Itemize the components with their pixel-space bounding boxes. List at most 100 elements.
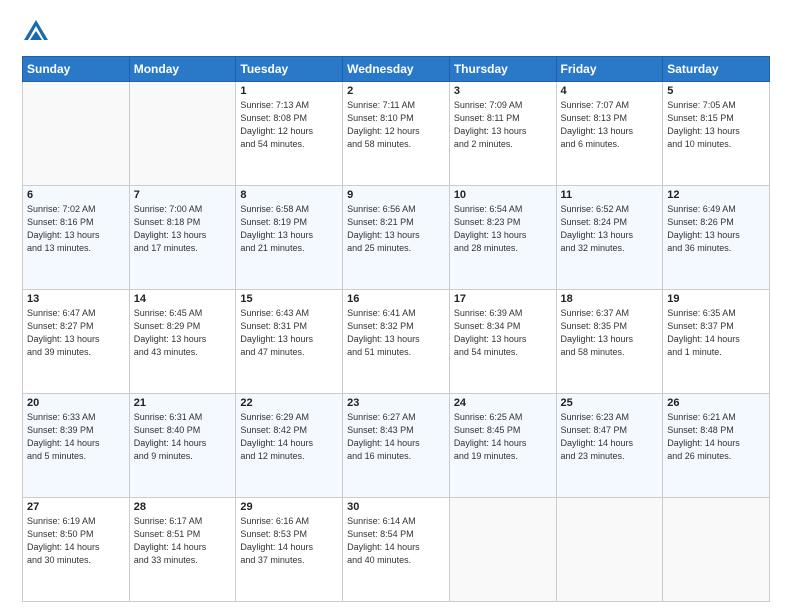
calendar-cell <box>23 82 130 186</box>
calendar-header-saturday: Saturday <box>663 57 770 82</box>
day-info: Sunrise: 6:19 AMSunset: 8:50 PMDaylight:… <box>27 515 125 567</box>
day-info: Sunrise: 6:25 AMSunset: 8:45 PMDaylight:… <box>454 411 552 463</box>
calendar-cell: 15 Sunrise: 6:43 AMSunset: 8:31 PMDayligh… <box>236 290 343 394</box>
day-info: Sunrise: 7:11 AMSunset: 8:10 PMDaylight:… <box>347 99 445 151</box>
day-info: Sunrise: 6:33 AMSunset: 8:39 PMDaylight:… <box>27 411 125 463</box>
day-number: 2 <box>347 85 445 97</box>
day-number: 13 <box>27 293 125 305</box>
calendar-cell: 21 Sunrise: 6:31 AMSunset: 8:40 PMDayligh… <box>129 394 236 498</box>
day-info: Sunrise: 7:13 AMSunset: 8:08 PMDaylight:… <box>240 99 338 151</box>
calendar-cell: 17 Sunrise: 6:39 AMSunset: 8:34 PMDayligh… <box>449 290 556 394</box>
day-info: Sunrise: 6:54 AMSunset: 8:23 PMDaylight:… <box>454 203 552 255</box>
calendar-cell: 10 Sunrise: 6:54 AMSunset: 8:23 PMDayligh… <box>449 186 556 290</box>
calendar-week-row: 27 Sunrise: 6:19 AMSunset: 8:50 PMDayligh… <box>23 498 770 602</box>
day-info: Sunrise: 7:00 AMSunset: 8:18 PMDaylight:… <box>134 203 232 255</box>
day-info: Sunrise: 7:05 AMSunset: 8:15 PMDaylight:… <box>667 99 765 151</box>
logo <box>22 18 52 46</box>
day-number: 19 <box>667 293 765 305</box>
day-number: 6 <box>27 189 125 201</box>
calendar-cell: 13Sunrise: 6:47 AMSunset: 8:27 PMDayligh… <box>23 290 130 394</box>
calendar-cell: 11Sunrise: 6:52 AMSunset: 8:24 PMDayligh… <box>556 186 663 290</box>
day-info: Sunrise: 6:31 AMSunset: 8:40 PMDaylight:… <box>134 411 232 463</box>
calendar-table: SundayMondayTuesdayWednesdayThursdayFrid… <box>22 56 770 602</box>
calendar-cell <box>556 498 663 602</box>
day-info: Sunrise: 6:43 AMSunset: 8:31 PMDaylight:… <box>240 307 338 359</box>
calendar-cell: 8 Sunrise: 6:58 AMSunset: 8:19 PMDaylight… <box>236 186 343 290</box>
calendar-cell: 30 Sunrise: 6:14 AMSunset: 8:54 PMDayligh… <box>343 498 450 602</box>
calendar-header-friday: Friday <box>556 57 663 82</box>
day-info: Sunrise: 6:52 AMSunset: 8:24 PMDaylight:… <box>561 203 659 255</box>
calendar-cell: 25 Sunrise: 6:23 AMSunset: 8:47 PMDayligh… <box>556 394 663 498</box>
calendar-header-wednesday: Wednesday <box>343 57 450 82</box>
day-number: 27 <box>27 501 125 513</box>
day-number: 7 <box>134 189 232 201</box>
day-info: Sunrise: 6:35 AMSunset: 8:37 PMDaylight:… <box>667 307 765 359</box>
day-number: 25 <box>561 397 659 409</box>
header <box>22 18 770 46</box>
calendar-cell: 6 Sunrise: 7:02 AMSunset: 8:16 PMDaylight… <box>23 186 130 290</box>
day-number: 28 <box>134 501 232 513</box>
calendar-cell: 24 Sunrise: 6:25 AMSunset: 8:45 PMDayligh… <box>449 394 556 498</box>
day-number: 23 <box>347 397 445 409</box>
calendar-cell: 18Sunrise: 6:37 AMSunset: 8:35 PMDayligh… <box>556 290 663 394</box>
page: SundayMondayTuesdayWednesdayThursdayFrid… <box>0 0 792 612</box>
day-info: Sunrise: 6:49 AMSunset: 8:26 PMDaylight:… <box>667 203 765 255</box>
day-number: 26 <box>667 397 765 409</box>
day-info: Sunrise: 6:14 AMSunset: 8:54 PMDaylight:… <box>347 515 445 567</box>
calendar-header-sunday: Sunday <box>23 57 130 82</box>
day-number: 21 <box>134 397 232 409</box>
calendar-header-monday: Monday <box>129 57 236 82</box>
calendar-header-row: SundayMondayTuesdayWednesdayThursdayFrid… <box>23 57 770 82</box>
day-number: 14 <box>134 293 232 305</box>
day-number: 20 <box>27 397 125 409</box>
day-number: 9 <box>347 189 445 201</box>
calendar-cell: 14 Sunrise: 6:45 AMSunset: 8:29 PMDayligh… <box>129 290 236 394</box>
day-number: 29 <box>240 501 338 513</box>
day-info: Sunrise: 6:27 AMSunset: 8:43 PMDaylight:… <box>347 411 445 463</box>
calendar-cell: 12Sunrise: 6:49 AMSunset: 8:26 PMDayligh… <box>663 186 770 290</box>
day-number: 15 <box>240 293 338 305</box>
calendar-cell: 2 Sunrise: 7:11 AMSunset: 8:10 PMDaylight… <box>343 82 450 186</box>
day-info: Sunrise: 7:07 AMSunset: 8:13 PMDaylight:… <box>561 99 659 151</box>
day-info: Sunrise: 6:58 AMSunset: 8:19 PMDaylight:… <box>240 203 338 255</box>
day-info: Sunrise: 6:21 AMSunset: 8:48 PMDaylight:… <box>667 411 765 463</box>
calendar-cell: 7 Sunrise: 7:00 AMSunset: 8:18 PMDaylight… <box>129 186 236 290</box>
calendar-cell <box>129 82 236 186</box>
calendar-cell: 19 Sunrise: 6:35 AMSunset: 8:37 PMDayligh… <box>663 290 770 394</box>
day-info: Sunrise: 6:39 AMSunset: 8:34 PMDaylight:… <box>454 307 552 359</box>
calendar-week-row: 6 Sunrise: 7:02 AMSunset: 8:16 PMDaylight… <box>23 186 770 290</box>
calendar-header-thursday: Thursday <box>449 57 556 82</box>
calendar-cell: 22Sunrise: 6:29 AMSunset: 8:42 PMDayligh… <box>236 394 343 498</box>
day-info: Sunrise: 6:56 AMSunset: 8:21 PMDaylight:… <box>347 203 445 255</box>
calendar-cell: 9 Sunrise: 6:56 AMSunset: 8:21 PMDaylight… <box>343 186 450 290</box>
day-info: Sunrise: 6:45 AMSunset: 8:29 PMDaylight:… <box>134 307 232 359</box>
day-number: 30 <box>347 501 445 513</box>
day-number: 24 <box>454 397 552 409</box>
day-info: Sunrise: 7:02 AMSunset: 8:16 PMDaylight:… <box>27 203 125 255</box>
calendar-cell: 3Sunrise: 7:09 AMSunset: 8:11 PMDaylight… <box>449 82 556 186</box>
day-number: 4 <box>561 85 659 97</box>
calendar-cell: 16Sunrise: 6:41 AMSunset: 8:32 PMDayligh… <box>343 290 450 394</box>
day-info: Sunrise: 6:23 AMSunset: 8:47 PMDaylight:… <box>561 411 659 463</box>
calendar-week-row: 1 Sunrise: 7:13 AMSunset: 8:08 PMDaylight… <box>23 82 770 186</box>
calendar-week-row: 20 Sunrise: 6:33 AMSunset: 8:39 PMDayligh… <box>23 394 770 498</box>
calendar-header-tuesday: Tuesday <box>236 57 343 82</box>
day-info: Sunrise: 6:17 AMSunset: 8:51 PMDaylight:… <box>134 515 232 567</box>
calendar-cell: 4 Sunrise: 7:07 AMSunset: 8:13 PMDaylight… <box>556 82 663 186</box>
day-number: 5 <box>667 85 765 97</box>
day-number: 1 <box>240 85 338 97</box>
calendar-cell: 20 Sunrise: 6:33 AMSunset: 8:39 PMDayligh… <box>23 394 130 498</box>
calendar-cell <box>449 498 556 602</box>
day-number: 3 <box>454 85 552 97</box>
calendar-cell: 26 Sunrise: 6:21 AMSunset: 8:48 PMDayligh… <box>663 394 770 498</box>
calendar-cell: 5 Sunrise: 7:05 AMSunset: 8:15 PMDaylight… <box>663 82 770 186</box>
day-number: 16 <box>347 293 445 305</box>
day-number: 8 <box>240 189 338 201</box>
day-number: 17 <box>454 293 552 305</box>
calendar-cell: 1 Sunrise: 7:13 AMSunset: 8:08 PMDaylight… <box>236 82 343 186</box>
calendar-cell: 27 Sunrise: 6:19 AMSunset: 8:50 PMDayligh… <box>23 498 130 602</box>
day-number: 10 <box>454 189 552 201</box>
calendar-week-row: 13Sunrise: 6:47 AMSunset: 8:27 PMDayligh… <box>23 290 770 394</box>
calendar-cell: 29Sunrise: 6:16 AMSunset: 8:53 PMDayligh… <box>236 498 343 602</box>
day-number: 22 <box>240 397 338 409</box>
